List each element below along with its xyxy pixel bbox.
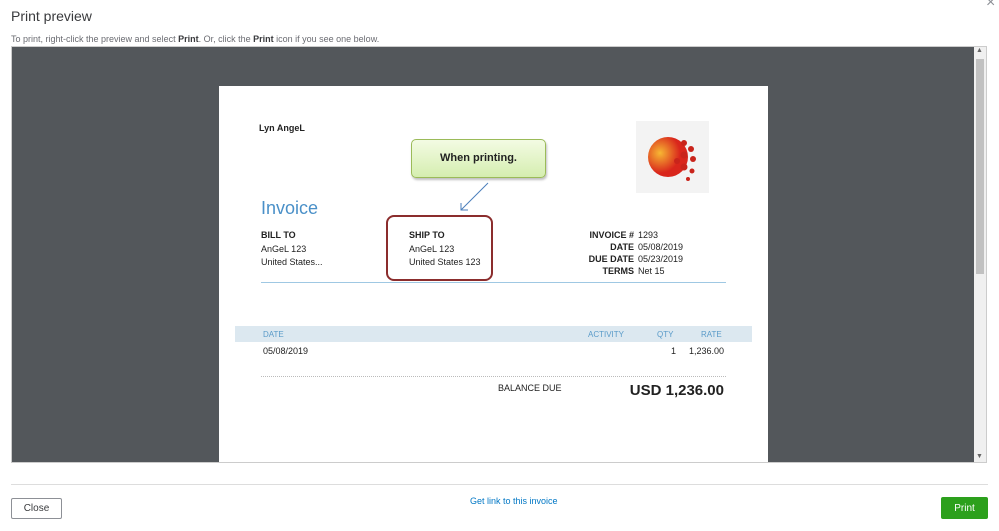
dotted-divider	[261, 376, 726, 377]
meta-label: TERMS	[602, 266, 635, 276]
preview-viewer[interactable]: Lyn AngeL Invoice BILL TO AnGeL 123 Unit…	[11, 46, 987, 463]
header-divider	[261, 282, 726, 283]
get-link-button[interactable]: Get link to this invoice	[470, 496, 558, 506]
scroll-down-icon[interactable]: ▼	[976, 453, 983, 460]
meta-label: INVOICE #	[589, 230, 634, 240]
table-header: DATE ACTIVITY QTY RATE	[235, 326, 752, 342]
table-row: 05/08/2019 1 1,236.00	[261, 346, 726, 360]
bill-to-line: United States...	[261, 257, 323, 267]
meta-label: DUE DATE	[588, 254, 634, 264]
company-name: Lyn AngeL	[259, 123, 305, 133]
balance-due-value: USD 1,236.00	[629, 382, 724, 399]
print-button[interactable]: Print	[941, 497, 988, 519]
bill-to-line: AnGeL 123	[261, 244, 307, 254]
col-activity: ACTIVITY	[588, 330, 625, 339]
hint-text: . Or, click the	[198, 34, 254, 44]
scroll-up-icon[interactable]: ▲	[976, 47, 983, 54]
meta-label: DATE	[610, 242, 634, 252]
meta-value: 05/08/2019	[638, 242, 684, 252]
dialog-title: Print preview	[11, 8, 92, 24]
print-hint: To print, right-click the preview and se…	[11, 34, 379, 44]
annotation-highlight-box	[386, 215, 493, 281]
col-date: DATE	[263, 330, 284, 339]
close-button[interactable]: Close	[11, 498, 62, 519]
footer-divider	[11, 484, 988, 485]
annotation-arrow-icon	[460, 182, 489, 211]
col-rate: RATE	[701, 330, 722, 339]
row-date: 05/08/2019	[263, 346, 309, 356]
company-logo	[636, 121, 709, 193]
annotation-callout: When printing.	[411, 139, 546, 178]
meta-value: Net 15	[638, 266, 665, 276]
invoice-title: Invoice	[261, 198, 319, 218]
bill-to-label: BILL TO	[261, 230, 296, 240]
invoice-meta: INVOICE # 1293 DATE 05/08/2019 DUE DATE 05/…	[549, 230, 734, 276]
row-rate: 1,236.00	[688, 346, 724, 356]
scrollbar[interactable]: ▲ ▼	[974, 47, 986, 462]
row-qty: 1	[670, 346, 676, 356]
meta-value: 1293	[638, 230, 659, 240]
balance-due-label: BALANCE DUE	[498, 383, 562, 393]
hint-bold: Print	[253, 34, 274, 44]
scrollbar-thumb[interactable]	[976, 59, 984, 274]
hint-text: icon if you see one below.	[273, 34, 380, 44]
col-qty: QTY	[657, 330, 674, 339]
meta-value: 05/23/2019	[638, 254, 684, 264]
close-icon[interactable]: ×	[986, 0, 995, 12]
hint-text: To print, right-click the preview and se…	[11, 34, 179, 44]
hint-bold: Print	[178, 34, 199, 44]
